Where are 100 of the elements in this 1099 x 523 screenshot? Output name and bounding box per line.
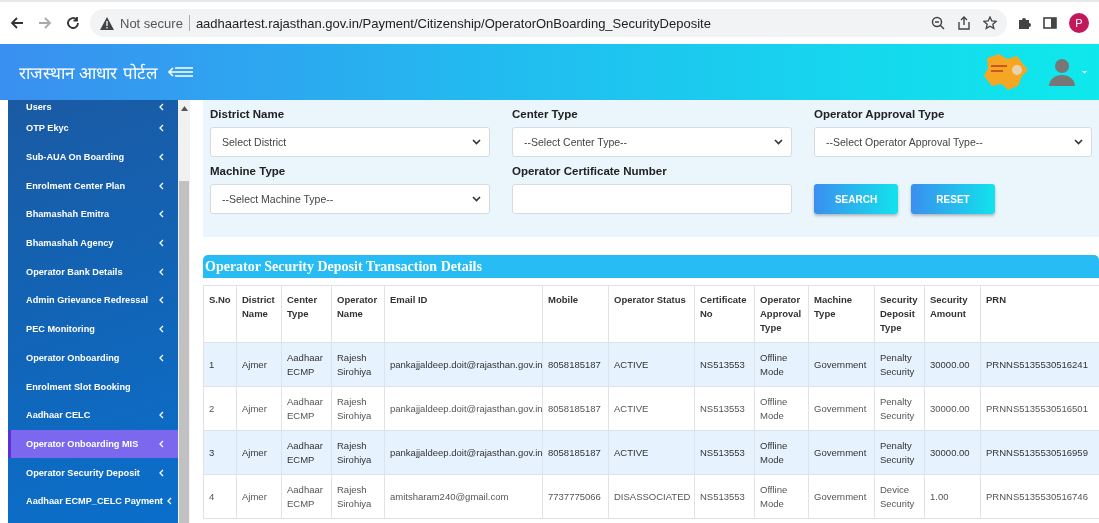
dropdown-field[interactable]: --Select Center Type-- [512, 127, 792, 157]
sidebar-item[interactable]: Operator Onboarding [8, 343, 178, 373]
table-cell: 4 [203, 474, 237, 519]
sidebar-item[interactable]: PEC Monitoring [8, 314, 178, 344]
table-cell: 2 [203, 386, 237, 431]
dropdown-field[interactable]: Select District [210, 127, 490, 157]
table-cell: ACTIVE [608, 342, 695, 387]
user-avatar-icon[interactable] [1047, 57, 1087, 87]
table-cell: 8058185187 [542, 430, 609, 475]
sidebar-item[interactable]: Enrolment Center Plan [8, 171, 178, 201]
column-header: Security Deposit Type [874, 285, 925, 343]
share-icon[interactable] [957, 16, 971, 30]
chevron-down-icon [1074, 139, 1083, 145]
column-header: Mobile [542, 285, 609, 343]
sidebar-item[interactable]: Admin Grievance Redressal [8, 286, 178, 315]
field-label: District Name [210, 108, 286, 120]
column-header: Email ID [384, 285, 543, 343]
field-label: Machine Type [210, 165, 287, 177]
table-cell: Government [808, 430, 875, 475]
table-cell: 8058185187 [542, 386, 609, 431]
sidebar-icon[interactable] [1043, 16, 1057, 30]
sidebar-item[interactable]: Bhamashah Agency [8, 228, 178, 258]
table-cell: amitsharam240@gmail.com [384, 474, 543, 519]
table-cell: Ajmer [236, 386, 282, 431]
table-cell: Rajesh Sirohiya [331, 474, 385, 519]
star-icon[interactable] [983, 16, 997, 30]
table-cell: NS513553 [694, 342, 755, 387]
sidebar-item[interactable]: Operator Bank Details [8, 257, 178, 287]
sidebar-item[interactable]: Sub-AUA On Boarding [8, 142, 178, 172]
sidebar-item[interactable]: Enrolment Slot Booking [8, 372, 178, 401]
chevron-down-icon [774, 139, 783, 145]
table-cell: ACTIVE [608, 430, 695, 475]
column-header: Certificate No [694, 285, 755, 343]
table-cell: Ajmer [236, 342, 282, 387]
column-header: PRN [980, 285, 1099, 343]
table-cell: Rajesh Sirohiya [331, 430, 385, 475]
sidebar-item[interactable]: Operator Onboarding MIS [8, 429, 178, 459]
zoom-icon[interactable] [931, 16, 945, 30]
column-header: S.No [203, 285, 237, 343]
sidebar-item[interactable]: OTP Ekyc [8, 114, 178, 143]
table-cell: pankajjaldeep.doit@rajasthan.gov.in [384, 430, 543, 475]
table-cell: 30000.00 [924, 342, 981, 387]
dropdown-field[interactable]: --Select Operator Approval Type-- [814, 127, 1092, 157]
input-field[interactable] [512, 184, 792, 214]
table-cell: Offline Mode [754, 386, 809, 431]
table-cell: PRNNS5135530516959 [980, 430, 1099, 475]
table-cell: Offline Mode [754, 474, 809, 519]
table-cell: Aadhaar ECMP [281, 342, 332, 387]
table-cell: Ajmer [236, 430, 282, 475]
table-cell: pankajjaldeep.doit@rajasthan.gov.in [384, 342, 543, 387]
scroll-up-icon[interactable] [180, 106, 188, 111]
sidebar-item[interactable]: Users [8, 100, 178, 114]
table-cell: ACTIVE [608, 386, 695, 431]
field-label: Operator Approval Type [814, 108, 946, 120]
table-cell: Penalty Security [874, 386, 925, 431]
dropdown-field[interactable]: --Select Machine Type-- [210, 184, 490, 214]
table-cell: Offline Mode [754, 342, 809, 387]
column-header: Operator Approval Type [754, 285, 809, 343]
chevron-down-icon [472, 139, 481, 145]
field-label: Operator Certificate Number [512, 165, 668, 177]
sidebar-item[interactable]: Bhamashah Emitra [8, 200, 178, 229]
column-header: Center Type [281, 285, 332, 343]
sidebar-item[interactable]: Aadhaar CELC [8, 400, 178, 430]
table-cell: Offline Mode [754, 430, 809, 475]
table-cell: DISASSOCIATED [608, 474, 695, 519]
sidebar-item[interactable]: Operator Security Deposit [8, 458, 178, 487]
table-cell: Government [808, 474, 875, 519]
reload-icon[interactable] [66, 16, 80, 30]
warning-icon [100, 16, 114, 30]
column-header: Security Amount [924, 285, 981, 343]
table-cell: Aadhaar ECMP [281, 386, 332, 431]
address-bar[interactable]: aadhaartest.rajasthan.gov.in/Payment/Citizenship/OperatorOnBoarding_SecurityDeposite [195, 15, 925, 31]
column-header: Operator Name [331, 285, 385, 343]
back-icon[interactable] [10, 16, 24, 30]
menu-toggle-icon[interactable] [167, 65, 194, 79]
table-cell: Ajmer [236, 474, 282, 519]
chevron-down-icon [472, 196, 481, 202]
column-header: Machine Type [808, 285, 875, 343]
table-cell: 30000.00 [924, 430, 981, 475]
puzzle-icon[interactable] [1017, 16, 1031, 30]
security-label: Not secure [120, 15, 183, 31]
table-cell: 8058185187 [542, 342, 609, 387]
table-title: Operator Security Deposit Transaction Details [203, 255, 1099, 278]
portal-title: राजस्थान आधार पोर्टल [19, 61, 158, 84]
table-cell: Device Security [874, 474, 925, 519]
table-cell: 1.00 [924, 474, 981, 519]
table-cell: Government [808, 386, 875, 431]
table-cell: 7737775066 [542, 474, 609, 519]
table-cell: Aadhaar ECMP [281, 430, 332, 475]
table-cell: Penalty Security [874, 430, 925, 475]
table-cell: Aadhaar ECMP [281, 474, 332, 519]
column-header: District Name [236, 285, 282, 343]
table-cell: pankajjaldeep.doit@rajasthan.gov.in [384, 386, 543, 431]
profile-avatar[interactable]: P [1069, 13, 1089, 33]
table-cell: NS513553 [694, 430, 755, 475]
table-cell: Rajesh Sirohiya [331, 386, 385, 431]
sidebar-item[interactable]: Aadhaar ECMP_CELC Payment [8, 486, 178, 516]
scrollbar-thumb[interactable] [179, 181, 189, 523]
column-header: Operator Status [608, 285, 695, 343]
table-cell: Government [808, 342, 875, 387]
